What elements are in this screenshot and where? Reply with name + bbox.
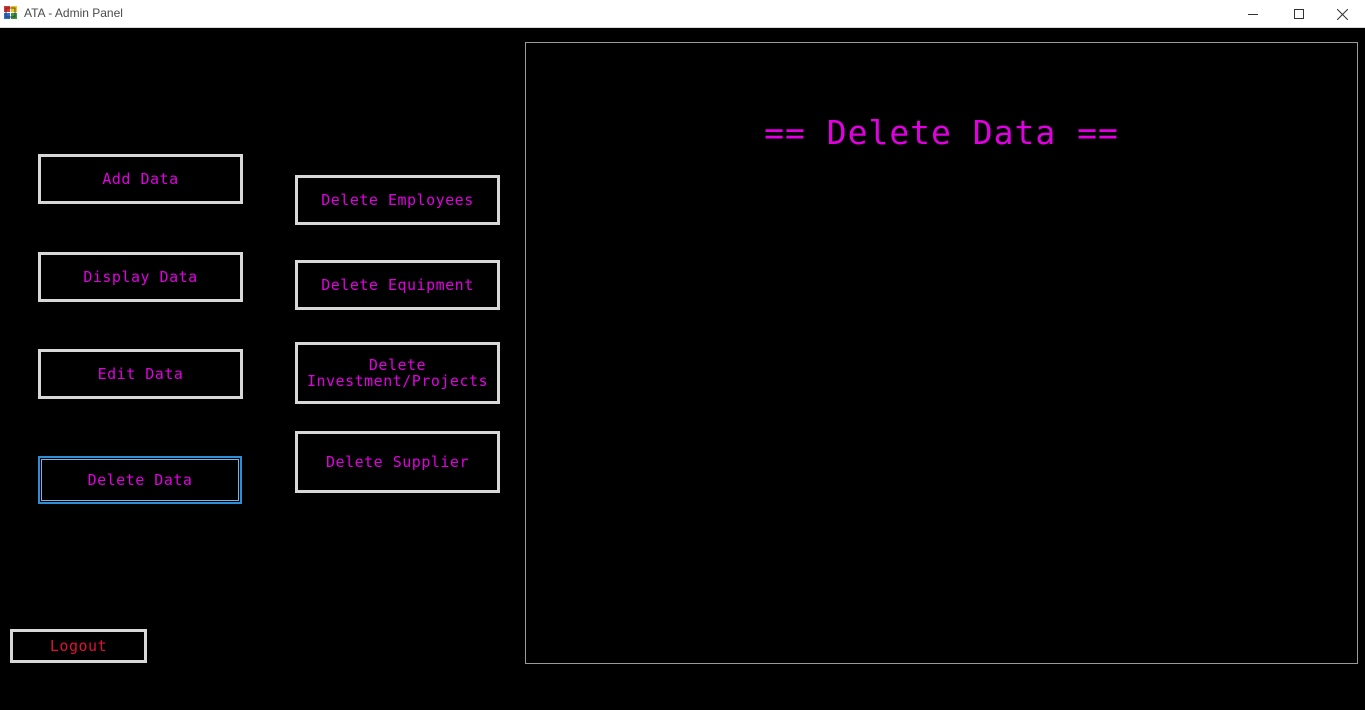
add-data-button[interactable]: Add Data — [38, 154, 243, 204]
title-bar: ATA - Admin Panel — [0, 0, 1365, 28]
panel-heading: == Delete Data == — [764, 113, 1119, 152]
maximize-icon — [1294, 9, 1304, 19]
delete-investment-label-line2: Investment/Projects — [306, 372, 489, 390]
delete-equipment-label: Delete Equipment — [321, 276, 474, 294]
logout-label: Logout — [49, 637, 108, 655]
delete-data-button[interactable]: Delete Data — [38, 456, 242, 504]
window-title: ATA - Admin Panel — [24, 6, 123, 20]
delete-supplier-label: Delete Supplier — [326, 453, 469, 471]
minimize-icon — [1248, 14, 1258, 15]
add-data-label: Add Data — [102, 170, 179, 188]
delete-employees-button[interactable]: Delete Employees — [295, 175, 500, 225]
delete-supplier-button[interactable]: Delete Supplier — [295, 431, 500, 493]
display-data-button[interactable]: Display Data — [38, 252, 243, 302]
app-icon — [4, 6, 17, 19]
delete-equipment-button[interactable]: Delete Equipment — [295, 260, 500, 310]
delete-investment-projects-button[interactable]: Delete Investment/Projects — [295, 342, 500, 404]
content-panel: == Delete Data == — [525, 42, 1358, 664]
edit-data-label: Edit Data — [97, 365, 184, 383]
minimize-button[interactable] — [1230, 0, 1276, 28]
logout-button[interactable]: Logout — [10, 629, 147, 663]
close-icon — [1336, 8, 1348, 20]
display-data-label: Display Data — [83, 268, 198, 286]
maximize-button[interactable] — [1276, 0, 1322, 28]
edit-data-button[interactable]: Edit Data — [38, 349, 243, 399]
delete-data-label: Delete Data — [87, 471, 193, 489]
client-area: Add Data Display Data Edit Data Delete D… — [0, 28, 1365, 710]
delete-investment-label-line1: Delete — [368, 356, 427, 374]
delete-employees-label: Delete Employees — [321, 191, 474, 209]
close-button[interactable] — [1319, 0, 1365, 28]
